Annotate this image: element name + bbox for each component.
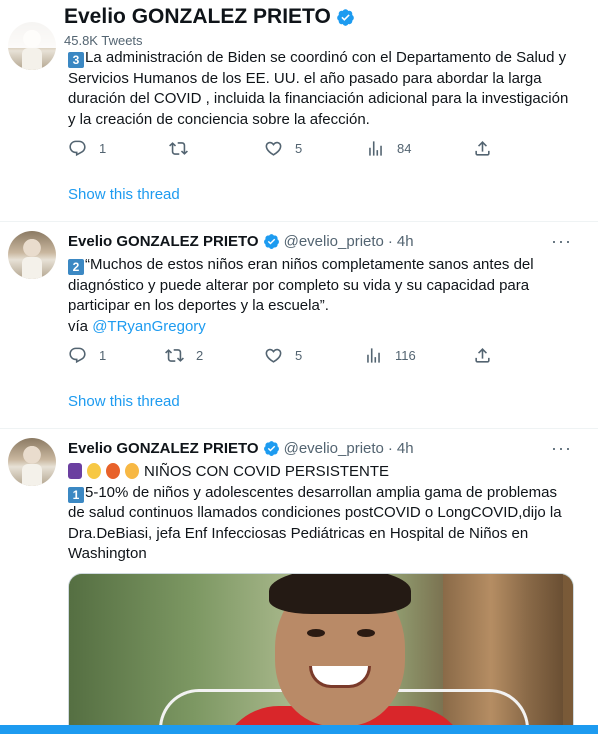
divider bbox=[0, 428, 598, 429]
tweet-photo[interactable] bbox=[68, 573, 574, 734]
heart-icon bbox=[265, 141, 282, 156]
profile-name: Evelio GONZALEZ PRIETO bbox=[64, 5, 331, 28]
views-button[interactable]: 116 bbox=[364, 346, 416, 365]
tweet-text: NIÑOS CON COVID PERSISTENTE 1 5-10% de ni… bbox=[68, 463, 562, 562]
verified-badge-icon bbox=[337, 8, 354, 26]
reply-icon bbox=[69, 140, 86, 157]
tweet-count: 45.8K Tweets bbox=[64, 33, 143, 48]
retweet-icon bbox=[169, 142, 188, 155]
verified-badge-icon bbox=[263, 234, 279, 249]
meta-separator: · bbox=[387, 233, 393, 250]
keycap-1-emoji: 1 bbox=[68, 486, 84, 503]
reply-button[interactable]: 1 bbox=[68, 346, 106, 365]
divider bbox=[0, 221, 598, 222]
analytics-icon bbox=[367, 348, 380, 363]
book-emoji-icon bbox=[68, 463, 82, 479]
verified-badge-icon bbox=[263, 441, 279, 456]
tweet-meta: Evelio GONZALEZ PRIETO @evelio_prieto · … bbox=[68, 233, 414, 250]
retweet-button[interactable] bbox=[169, 139, 200, 158]
author-name[interactable]: Evelio GONZALEZ PRIETO bbox=[68, 440, 259, 457]
analytics-icon bbox=[369, 141, 382, 156]
share-button[interactable] bbox=[473, 139, 492, 158]
more-options-icon[interactable]: ··· bbox=[551, 438, 572, 459]
retweet-button[interactable]: 2 bbox=[165, 346, 203, 365]
tweet-timestamp[interactable]: 4h bbox=[397, 233, 414, 250]
share-icon bbox=[475, 141, 490, 156]
reply-icon bbox=[69, 347, 86, 364]
tweet-timestamp[interactable]: 4h bbox=[397, 440, 414, 457]
like-button[interactable]: 5 bbox=[264, 139, 302, 158]
heart-icon bbox=[265, 348, 282, 363]
show-thread-link[interactable]: Show this thread bbox=[68, 393, 180, 410]
avatar[interactable] bbox=[8, 438, 56, 486]
share-icon bbox=[475, 348, 490, 363]
tweet-actions: 1 2 5 116 bbox=[68, 346, 508, 366]
boy-emoji-icon bbox=[125, 463, 139, 479]
avatar[interactable] bbox=[8, 231, 56, 279]
author-name[interactable]: Evelio GONZALEZ PRIETO bbox=[68, 233, 259, 250]
girl-emoji-icon bbox=[106, 463, 120, 479]
keycap-3-emoji: 3 bbox=[68, 52, 84, 68]
meta-separator: · bbox=[387, 440, 393, 457]
views-button[interactable]: 84 bbox=[366, 139, 411, 158]
share-button[interactable] bbox=[473, 346, 492, 365]
keycap-2-emoji: 2 bbox=[68, 259, 84, 275]
mention-link[interactable]: @TRyanGregory bbox=[92, 318, 206, 335]
bottom-bar bbox=[0, 725, 598, 734]
tweet-meta: Evelio GONZALEZ PRIETO @evelio_prieto · … bbox=[68, 440, 414, 457]
author-handle[interactable]: @evelio_prieto bbox=[284, 440, 384, 457]
like-button[interactable]: 5 bbox=[264, 346, 302, 365]
retweet-icon bbox=[165, 349, 184, 362]
more-options-icon[interactable]: ··· bbox=[551, 231, 572, 252]
profile-header: Evelio GONZALEZ PRIETO 45.8K Tweets bbox=[0, 0, 598, 48]
tweet-text: 2 “Muchos de estos niños eran niños compl… bbox=[68, 256, 534, 335]
baby-emoji-icon bbox=[87, 463, 101, 479]
tweet-actions: 1 5 84 bbox=[68, 139, 508, 159]
profile-name-row: Evelio GONZALEZ PRIETO bbox=[64, 5, 355, 29]
show-thread-link[interactable]: Show this thread bbox=[68, 186, 180, 203]
tweet-text: 3 La administración de Biden se coordinó … bbox=[68, 49, 569, 128]
author-handle[interactable]: @evelio_prieto bbox=[284, 233, 384, 250]
reply-button[interactable]: 1 bbox=[68, 139, 106, 158]
